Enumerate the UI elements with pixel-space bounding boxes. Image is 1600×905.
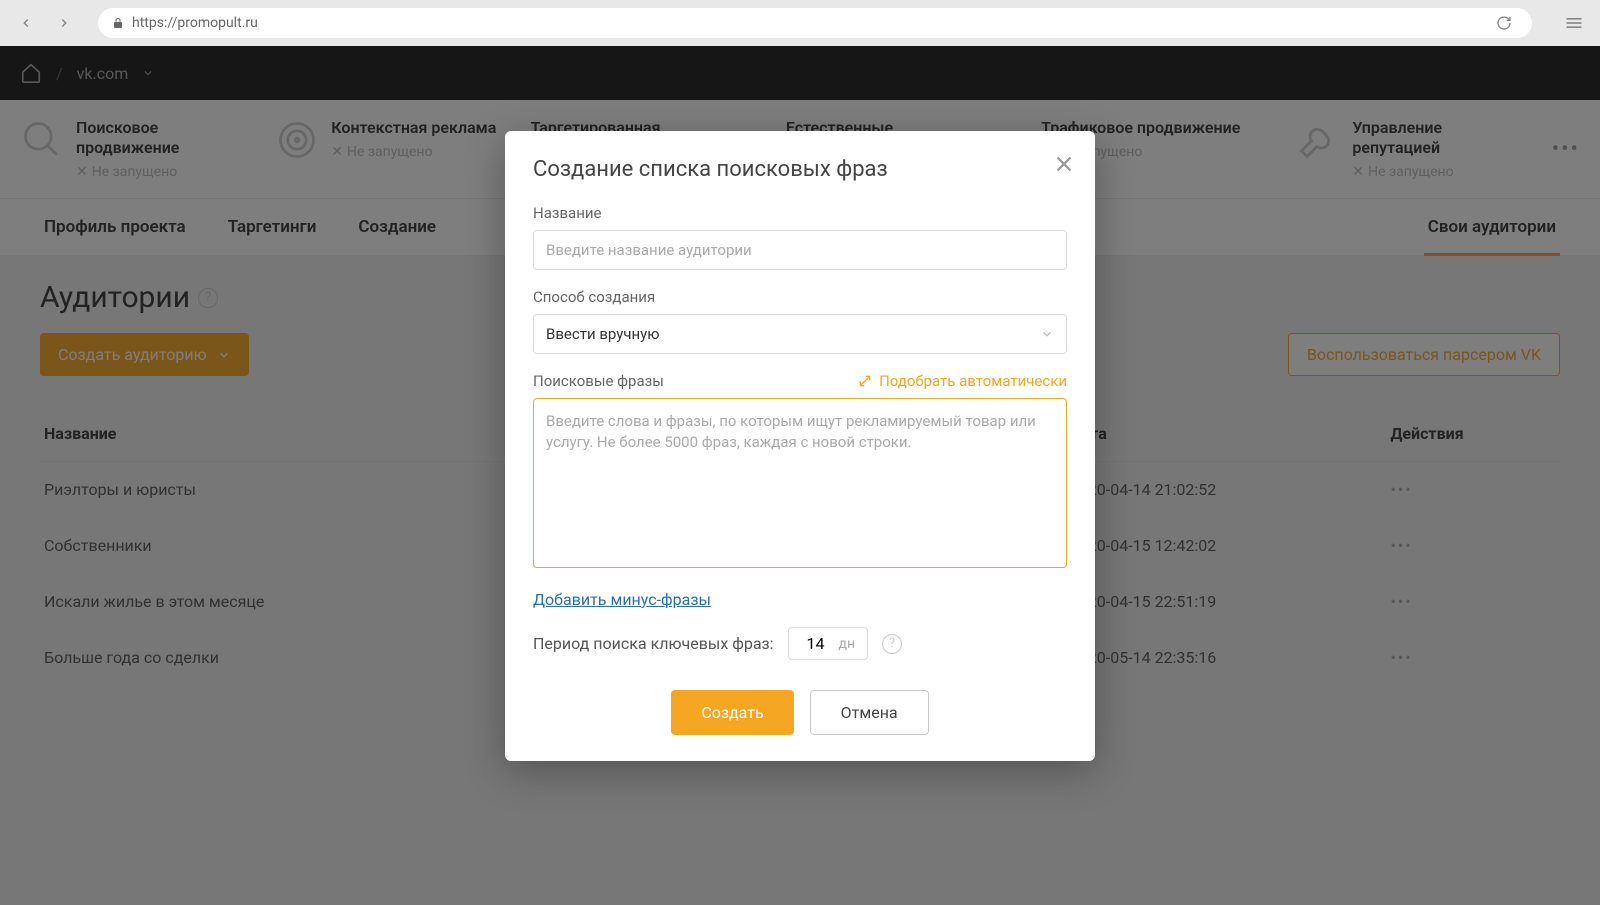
phrases-label: Поисковые фразы: [533, 372, 664, 390]
period-suffix: дн: [839, 636, 856, 652]
close-icon: [1053, 153, 1075, 175]
modal-overlay[interactable]: Создание списка поисковых фраз Название …: [0, 46, 1600, 905]
magic-wand-icon: [857, 373, 873, 389]
modal-title: Создание списка поисковых фраз: [533, 157, 1067, 182]
add-minus-phrases-link[interactable]: Добавить минус-фразы: [533, 590, 711, 609]
nav-forward-button[interactable]: [50, 9, 78, 37]
modal-create-button[interactable]: Создать: [671, 690, 793, 735]
period-input-box: дн: [788, 627, 869, 660]
url-text: https://promopult.ru: [132, 15, 258, 31]
method-value: Ввести вручную: [546, 325, 660, 343]
chevron-down-icon: [1040, 327, 1054, 341]
period-input[interactable]: [801, 634, 831, 653]
refresh-button[interactable]: [1490, 9, 1518, 37]
create-phrases-modal: Создание списка поисковых фраз Название …: [505, 131, 1095, 761]
method-select[interactable]: Ввести вручную: [533, 314, 1067, 354]
close-button[interactable]: [1053, 153, 1075, 179]
phrases-textarea[interactable]: [533, 398, 1067, 568]
browser-chrome: https://promopult.ru: [0, 0, 1600, 46]
name-label: Название: [533, 204, 1067, 222]
nav-back-button[interactable]: [12, 9, 40, 37]
modal-cancel-button[interactable]: Отмена: [810, 690, 929, 735]
menu-button[interactable]: [1560, 9, 1588, 37]
help-icon[interactable]: ?: [882, 634, 902, 654]
lock-icon: [112, 14, 124, 33]
url-bar[interactable]: https://promopult.ru: [98, 8, 1532, 38]
name-input[interactable]: [533, 230, 1067, 270]
method-label: Способ создания: [533, 288, 1067, 306]
period-label: Период поиска ключевых фраз:: [533, 634, 774, 653]
auto-pick-link[interactable]: Подобрать автоматически: [857, 372, 1067, 390]
